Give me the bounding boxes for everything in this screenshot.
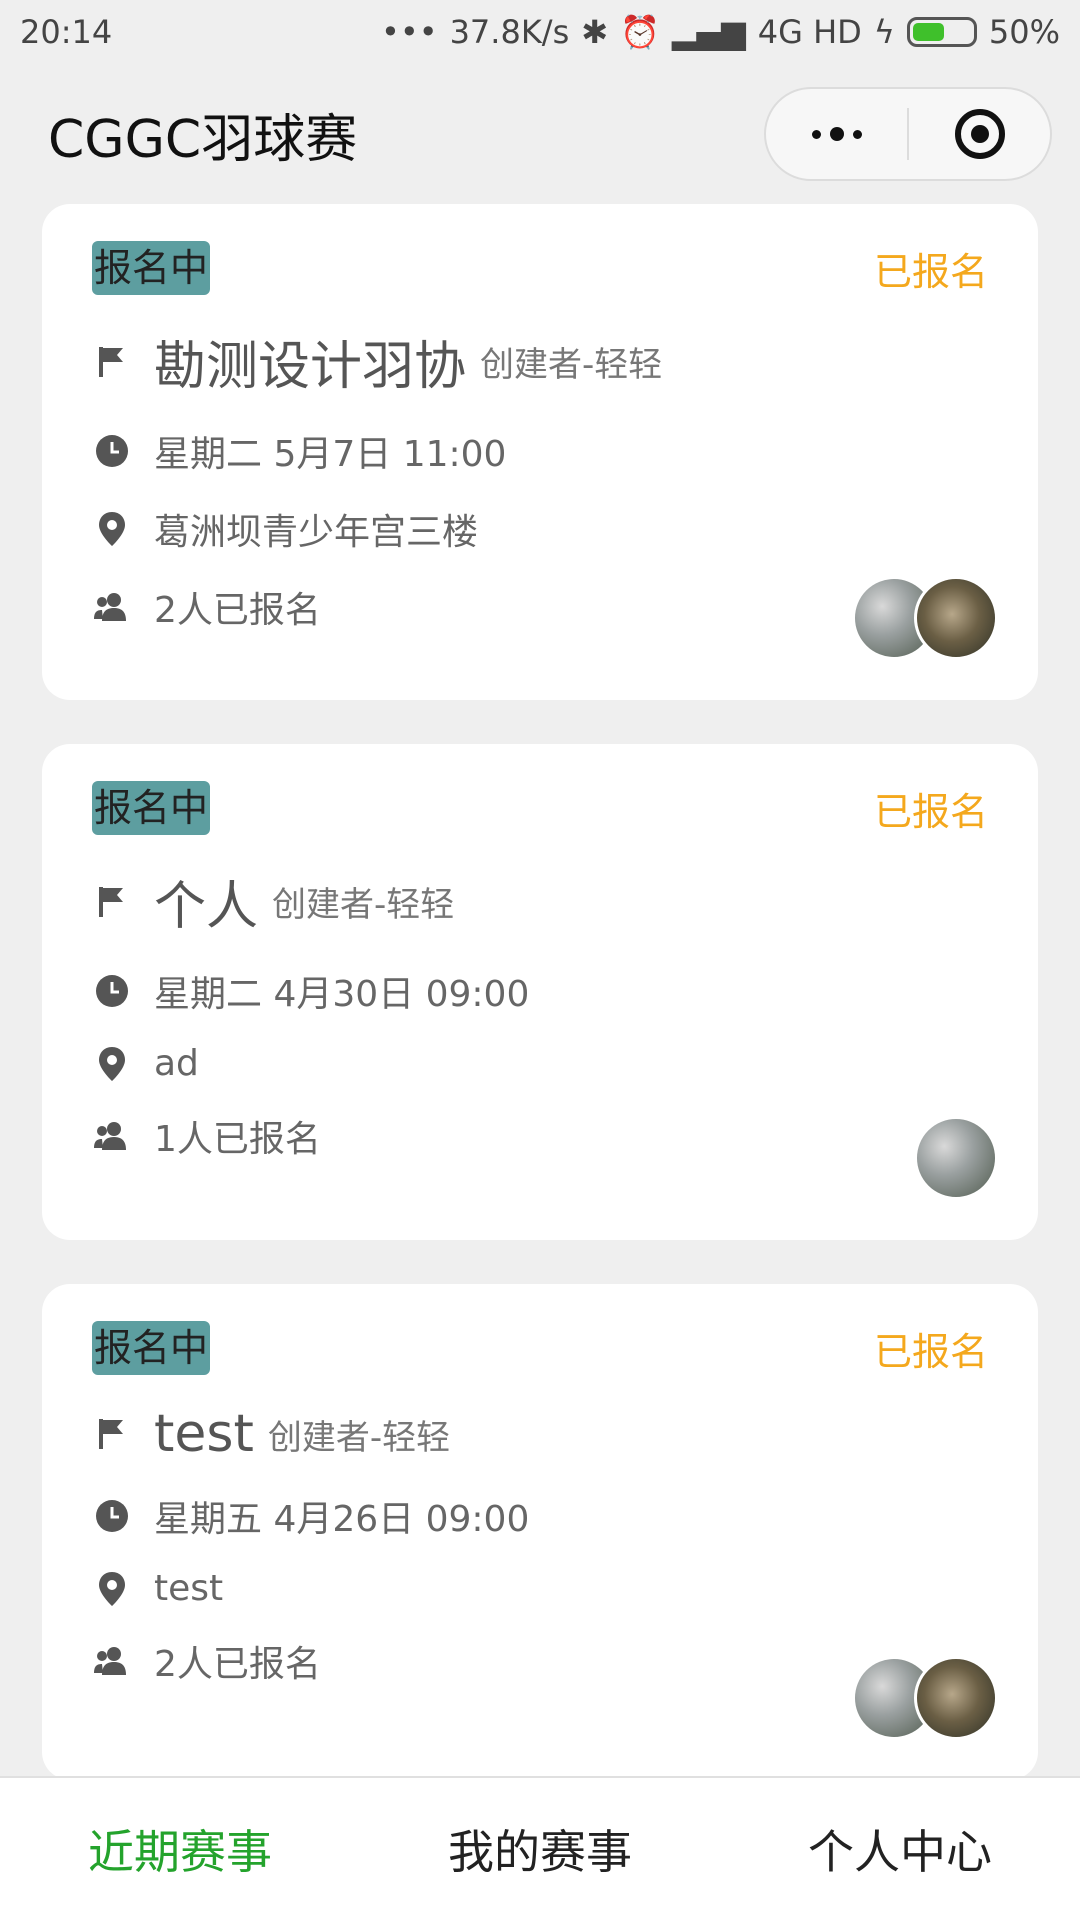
more-dots-icon: ••• xyxy=(380,13,438,51)
charging-icon: ϟ xyxy=(873,13,895,51)
event-creator: 创建者-轻轻 xyxy=(272,885,455,925)
event-time: 星期二 5月7日 11:00 xyxy=(154,434,507,475)
avatar xyxy=(914,1656,998,1740)
signup-count: 2人已报名 xyxy=(154,1644,321,1685)
event-location: 葛洲坝青少年宫三楼 xyxy=(154,512,479,553)
network-type: 4G HD xyxy=(757,13,862,51)
battery-percent: 50% xyxy=(988,13,1060,51)
event-list: 报名中 已报名 勘测设计羽协 创建者-轻轻 星期二 5月7日 11:00 葛洲坝… xyxy=(42,204,1038,1824)
signed-status: 已报名 xyxy=(873,789,988,834)
tab-recent-events[interactable]: 近期赛事 xyxy=(88,1816,272,1882)
event-time: 星期二 4月30日 09:00 xyxy=(154,974,530,1015)
event-card[interactable]: 报名中 已报名 test 创建者-轻轻 星期五 4月26日 09:00 test xyxy=(42,1284,1038,1780)
bottom-tab-bar: 近期赛事 我的赛事 个人中心 xyxy=(0,1776,1080,1920)
nav-bar: CGGC羽球赛 xyxy=(0,64,1080,204)
clock-icon xyxy=(92,1496,132,1536)
tab-personal-center[interactable]: 个人中心 xyxy=(808,1816,992,1882)
people-icon xyxy=(92,1641,132,1681)
battery-icon xyxy=(906,17,977,47)
participant-avatars xyxy=(852,1656,998,1740)
signed-status: 已报名 xyxy=(873,249,988,294)
event-name: 个人 xyxy=(154,877,259,937)
status-bar: 20:14 ••• 37.8K/s ✱ ⏰ ▂▄▆ 4G HD ϟ 50% xyxy=(0,0,1080,64)
more-icon xyxy=(811,127,862,141)
bluetooth-icon: ✱ xyxy=(581,13,609,51)
close-mini-program-button[interactable] xyxy=(909,89,1050,179)
location-pin-icon xyxy=(92,509,132,549)
mini-program-capsule xyxy=(764,87,1052,181)
page-title: CGGC羽球赛 xyxy=(48,109,358,170)
people-icon xyxy=(92,1116,132,1156)
status-badge: 报名中 xyxy=(92,781,211,835)
people-icon xyxy=(92,587,132,627)
tab-my-events[interactable]: 我的赛事 xyxy=(448,1816,632,1882)
location-pin-icon xyxy=(92,1569,132,1609)
status-badge: 报名中 xyxy=(92,241,211,295)
location-pin-icon xyxy=(92,1044,132,1084)
event-time: 星期五 4月26日 09:00 xyxy=(154,1499,530,1540)
signup-count: 2人已报名 xyxy=(154,590,321,631)
participant-avatars xyxy=(914,1116,998,1200)
avatar xyxy=(914,1116,998,1200)
clock-icon xyxy=(92,431,132,471)
net-speed: 37.8K/s xyxy=(449,13,570,51)
status-indicators: ••• 37.8K/s ✱ ⏰ ▂▄▆ 4G HD ϟ 50% xyxy=(381,13,1060,51)
clock-icon xyxy=(92,971,132,1011)
status-time: 20:14 xyxy=(20,13,113,51)
signup-count: 1人已报名 xyxy=(154,1119,321,1160)
target-icon xyxy=(954,109,1005,159)
status-badge: 报名中 xyxy=(92,1321,211,1375)
event-name: 勘测设计羽协 xyxy=(154,337,467,397)
alarm-icon: ⏰ xyxy=(620,13,660,51)
more-menu-button[interactable] xyxy=(766,89,907,179)
signal-icon: ▂▄▆ xyxy=(671,13,746,51)
participant-avatars xyxy=(852,576,998,660)
event-creator: 创建者-轻轻 xyxy=(480,345,663,385)
event-card[interactable]: 报名中 已报名 个人 创建者-轻轻 星期二 4月30日 09:00 ad 1人已… xyxy=(42,744,1038,1240)
flag-icon xyxy=(92,1414,132,1454)
flag-icon xyxy=(92,882,132,922)
event-location: ad xyxy=(154,1043,199,1084)
event-card[interactable]: 报名中 已报名 勘测设计羽协 创建者-轻轻 星期二 5月7日 11:00 葛洲坝… xyxy=(42,204,1038,700)
signed-status: 已报名 xyxy=(873,1329,988,1374)
event-creator: 创建者-轻轻 xyxy=(267,1417,451,1458)
event-name: test xyxy=(154,1404,254,1464)
flag-icon xyxy=(92,342,132,382)
avatar xyxy=(914,576,998,660)
event-location: test xyxy=(154,1568,224,1609)
